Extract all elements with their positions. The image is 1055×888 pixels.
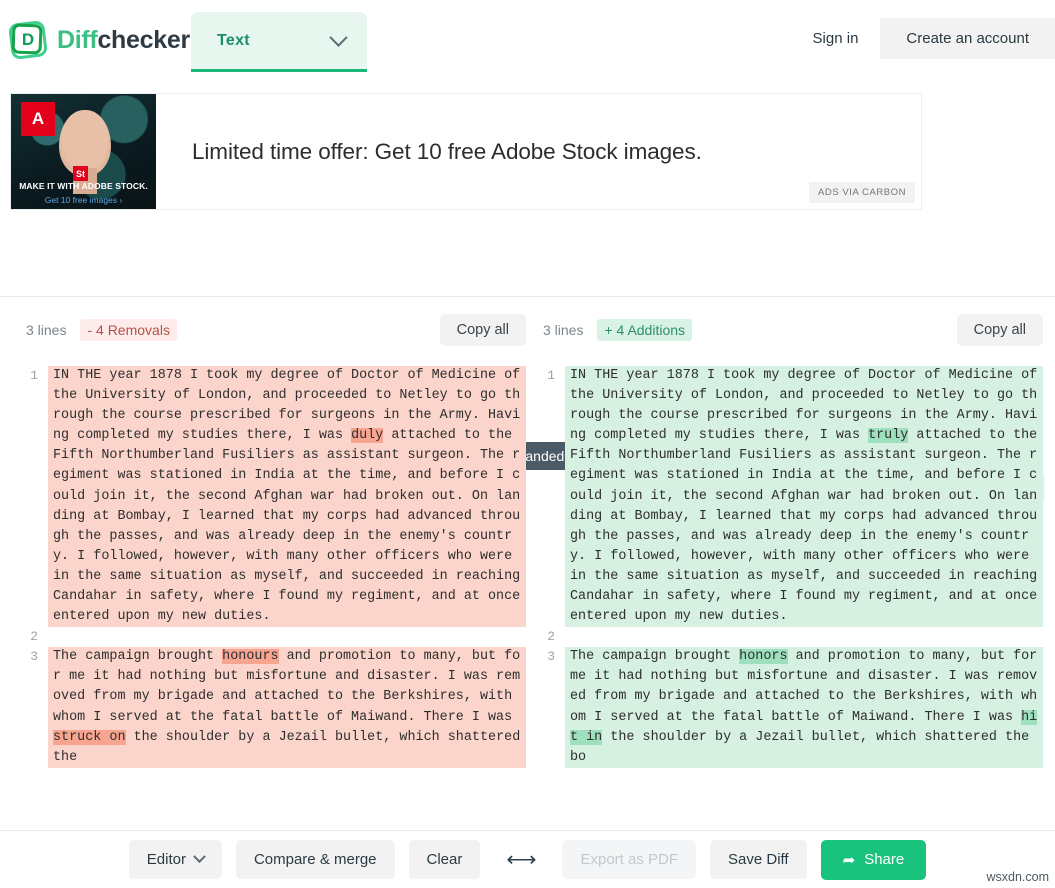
- diff-type-label: Text: [217, 31, 250, 49]
- diff-highlight: truly: [868, 428, 909, 444]
- diff-line: 3 The campaign brought honors and promoti…: [543, 647, 1043, 768]
- diff-line-content[interactable]: [565, 627, 1043, 647]
- diff-line: 3 The campaign brought honours and promot…: [26, 647, 526, 768]
- ads-via-carbon-label[interactable]: ADS VIA CARBON: [809, 182, 915, 203]
- diff-line-content[interactable]: [48, 627, 526, 647]
- diff-line-content[interactable]: IN THE year 1878 I took my degree of Doc…: [565, 366, 1043, 628]
- line-number: 2: [547, 629, 555, 645]
- ad-creative-line1: MAKE IT WITH ADOBE STOCK.: [19, 181, 148, 191]
- removals-badge: - 4 Removals: [80, 319, 177, 341]
- export-pdf-button[interactable]: Export as PDF: [562, 840, 697, 879]
- bottom-action-bar: Editor Compare & merge Clear ⟷ Export as…: [0, 830, 1055, 888]
- chevron-down-icon: [329, 28, 348, 47]
- ad-creative-line2: Get 10 free images ›: [44, 195, 123, 205]
- compare-merge-button[interactable]: Compare & merge: [235, 840, 395, 879]
- ad-creative-image[interactable]: A St MAKE IT WITH ADOBE STOCK. Get 10 fr…: [11, 94, 156, 209]
- editor-label: Editor: [146, 851, 186, 868]
- right-copy-all-button[interactable]: Copy all: [956, 314, 1043, 346]
- left-stats-bar: 3 lines - 4 Removals Copy all: [26, 310, 526, 350]
- diff-viewer: 1 IN THE year 1878 I took my degree of Do…: [0, 366, 1055, 826]
- diff-highlight: struck on: [53, 729, 126, 745]
- left-copy-all-button[interactable]: Copy all: [439, 314, 526, 346]
- create-account-button[interactable]: Create an account: [880, 18, 1055, 59]
- share-label: Share: [864, 851, 905, 868]
- adobe-logo-icon: A: [21, 102, 55, 136]
- logo-letter: D: [21, 30, 35, 49]
- watermark: wsxdn.com: [986, 870, 1049, 884]
- right-line-count: 3 lines: [543, 322, 584, 338]
- chevron-down-icon: [193, 850, 206, 864]
- sign-in-link[interactable]: Sign in: [791, 18, 881, 59]
- diff-pane-left[interactable]: 1 IN THE year 1878 I took my degree of Do…: [26, 366, 526, 768]
- right-stats-bar: 3 lines + 4 Additions Copy all: [543, 310, 1043, 350]
- brand-name-second: checker: [97, 25, 190, 54]
- diff-options-toolbar: Real-time Regular Collapsed Expanded Spl…: [0, 219, 1055, 503]
- diffchecker-logo-icon: D: [7, 19, 49, 61]
- line-number: 2: [30, 629, 38, 645]
- diff-highlight: hit in: [570, 709, 1038, 745]
- site-header: D Diffchecker Text Sign in Create an acc…: [0, 0, 1055, 84]
- diff-type-select[interactable]: Text: [191, 12, 367, 72]
- diff-line-content[interactable]: IN THE year 1878 I took my degree of Doc…: [48, 366, 526, 628]
- diff-line-content[interactable]: The campaign brought honors and promotio…: [565, 647, 1043, 768]
- diff-line-content[interactable]: The campaign brought honours and promoti…: [48, 647, 526, 768]
- diff-line: 1 IN THE year 1878 I took my degree of Do…: [543, 366, 1043, 628]
- auth-actions: Sign in Create an account: [791, 18, 1055, 59]
- share-button[interactable]: ➦ Share: [820, 839, 927, 880]
- ad-headline[interactable]: Limited time offer: Get 10 free Adobe St…: [156, 139, 702, 165]
- brand-logo[interactable]: D Diffchecker: [0, 0, 190, 61]
- diffchecker-page: D Diffchecker Text Sign in Create an acc…: [0, 0, 1055, 888]
- diff-line: 2: [26, 627, 526, 647]
- clear-button[interactable]: Clear: [408, 840, 481, 879]
- line-number: 3: [547, 649, 555, 665]
- swap-sides-icon[interactable]: ⟷: [494, 849, 548, 870]
- additions-badge: + 4 Additions: [597, 319, 693, 341]
- diff-highlight: honors: [739, 649, 788, 665]
- editor-dropdown-button[interactable]: Editor: [128, 840, 222, 879]
- left-line-count: 3 lines: [26, 322, 67, 338]
- diff-pane-right[interactable]: 1 IN THE year 1878 I took my degree of Do…: [543, 366, 1043, 768]
- toolbar-divider: [0, 296, 1055, 297]
- line-number: 3: [30, 649, 38, 665]
- diff-highlight: duly: [351, 428, 384, 444]
- line-number: 1: [547, 368, 555, 383]
- save-diff-button[interactable]: Save Diff: [710, 840, 807, 879]
- advertisement-banner[interactable]: A St MAKE IT WITH ADOBE STOCK. Get 10 fr…: [10, 93, 922, 210]
- brand-name-first: Diff: [57, 25, 98, 54]
- diff-line: 1 IN THE year 1878 I took my degree of Do…: [26, 366, 526, 628]
- ad-body: Limited time offer: Get 10 free Adobe St…: [156, 94, 921, 209]
- brand-name: Diffchecker: [57, 26, 190, 55]
- diff-highlight: honours: [222, 649, 279, 665]
- line-number: 1: [30, 368, 38, 383]
- adobe-stock-badge: St: [73, 166, 88, 181]
- diff-line: 2: [543, 627, 1043, 647]
- share-icon: ➦: [842, 851, 856, 869]
